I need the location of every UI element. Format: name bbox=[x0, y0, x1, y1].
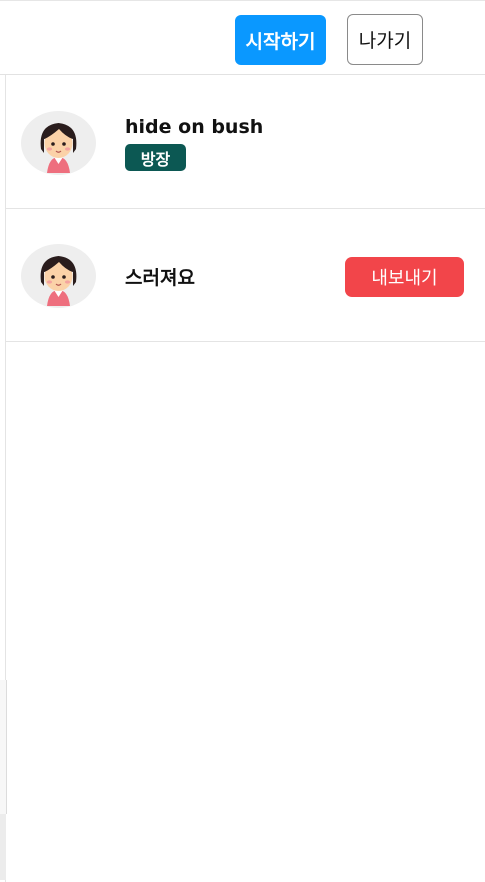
player-list: hide on bush 방장 스러져요 내보내기 bbox=[6, 75, 485, 342]
exit-room-button[interactable]: 나가기 bbox=[347, 14, 423, 65]
girl-avatar-icon bbox=[21, 244, 96, 308]
player-name: 스러져요 bbox=[125, 267, 195, 289]
start-game-button[interactable]: 시작하기 bbox=[235, 15, 326, 65]
girl-avatar-icon bbox=[21, 111, 96, 175]
kick-player-button[interactable]: 내보내기 bbox=[345, 257, 464, 297]
room-header: 시작하기 나가기 bbox=[0, 0, 485, 75]
left-panel-fragment bbox=[0, 814, 6, 880]
player-row: 스러져요 내보내기 bbox=[6, 209, 485, 342]
left-panel-fragment bbox=[0, 680, 7, 814]
player-row: hide on bush 방장 bbox=[6, 75, 485, 209]
host-badge: 방장 bbox=[125, 144, 186, 171]
player-name: hide on bush bbox=[125, 116, 264, 138]
